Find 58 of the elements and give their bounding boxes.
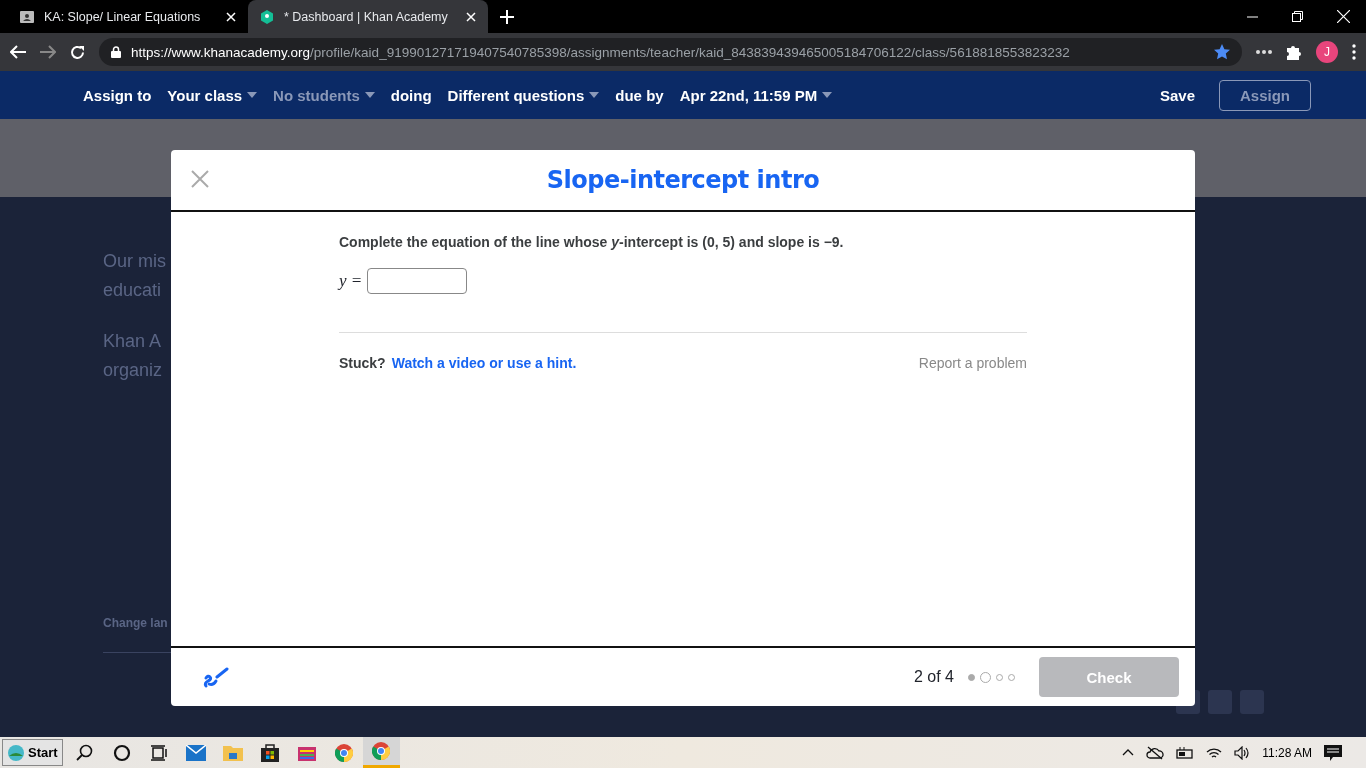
assign-dropdown[interactable]: Your class — [167, 86, 258, 104]
menu-icon[interactable] — [1352, 44, 1356, 60]
chevron-up-icon[interactable] — [1122, 749, 1135, 756]
hint-link[interactable]: Watch a video or use a hint. — [391, 355, 577, 371]
folder-icon[interactable] — [223, 744, 244, 761]
background-text: Our mis — [103, 250, 166, 273]
lock-icon — [111, 46, 121, 58]
address-bar[interactable]: https://www.khanacademy.org/profile/kaid_919901271719407540785398/assignments/teacher/kaid_843839439465005184706122/class/5618818553823232 — [99, 38, 1242, 66]
report-link[interactable]: Report a problem — [918, 355, 1027, 371]
search-icon[interactable] — [76, 743, 95, 762]
caret-icon — [247, 92, 258, 98]
caret-icon — [364, 92, 375, 98]
caret-icon — [589, 92, 600, 98]
assign-dropdown[interactable]: Different questions — [447, 86, 600, 104]
more-icon[interactable] — [1256, 50, 1272, 54]
person-card-icon — [20, 10, 34, 23]
star-icon[interactable] — [1214, 44, 1230, 60]
task-view-icon[interactable] — [150, 743, 169, 762]
assign-label: due by — [615, 86, 664, 104]
leaf-logo-icon — [260, 9, 274, 24]
puzzle-icon[interactable] — [1286, 44, 1302, 60]
shopping-bag-icon[interactable] — [261, 743, 280, 762]
forward-arrow-icon[interactable] — [40, 45, 56, 59]
background-text: Khan A — [103, 330, 162, 353]
browser-tab[interactable]: KA: Slope/ Linear Equations — [8, 0, 248, 33]
question-text: Complete the equation of the line whose y-intercept is (0, 5) and slope is −9. — [339, 234, 845, 250]
notification-icon[interactable] — [1324, 744, 1342, 761]
restore-icon[interactable] — [1292, 11, 1303, 22]
assign-label: doing — [390, 86, 432, 104]
equation-label: y = — [339, 271, 363, 291]
battery-icon[interactable] — [1176, 746, 1195, 759]
speaker-icon[interactable] — [1234, 745, 1251, 760]
cloud-icon[interactable] — [1146, 745, 1165, 760]
close-icon[interactable] — [226, 11, 236, 22]
stuck-text: Stuck? — [339, 355, 386, 371]
reload-icon[interactable] — [70, 44, 85, 60]
caret-icon — [822, 92, 833, 98]
browser-tab[interactable]: * Dashboard | Khan Academy — [248, 0, 488, 33]
assign-label: Assign to — [83, 86, 152, 104]
browser-icon[interactable] — [335, 743, 354, 762]
circle-icon[interactable] — [113, 743, 132, 762]
globe-icon — [7, 743, 25, 762]
progress-text: 2 of 4 — [913, 668, 954, 686]
background-text: organiz — [103, 359, 163, 382]
clock-text[interactable]: 11:28 AM — [1262, 745, 1312, 760]
dialog-title: Slope-intercept intro — [546, 166, 820, 194]
answer-field[interactable] — [367, 268, 468, 294]
save-button[interactable]: Save — [1151, 82, 1203, 108]
start-button[interactable]: Start — [2, 739, 63, 766]
assign-dropdown[interactable]: Apr 22nd, 11:59 PM — [679, 86, 833, 104]
close-icon[interactable] — [466, 11, 476, 22]
back-arrow-icon[interactable] — [10, 45, 26, 59]
plus-icon[interactable] — [500, 9, 514, 24]
mail-icon[interactable] — [186, 744, 207, 761]
close-icon[interactable] — [1337, 10, 1350, 23]
browser-icon[interactable] — [372, 742, 391, 760]
background-text: educati — [103, 279, 162, 302]
profile-avatar[interactable]: J — [1316, 41, 1338, 63]
